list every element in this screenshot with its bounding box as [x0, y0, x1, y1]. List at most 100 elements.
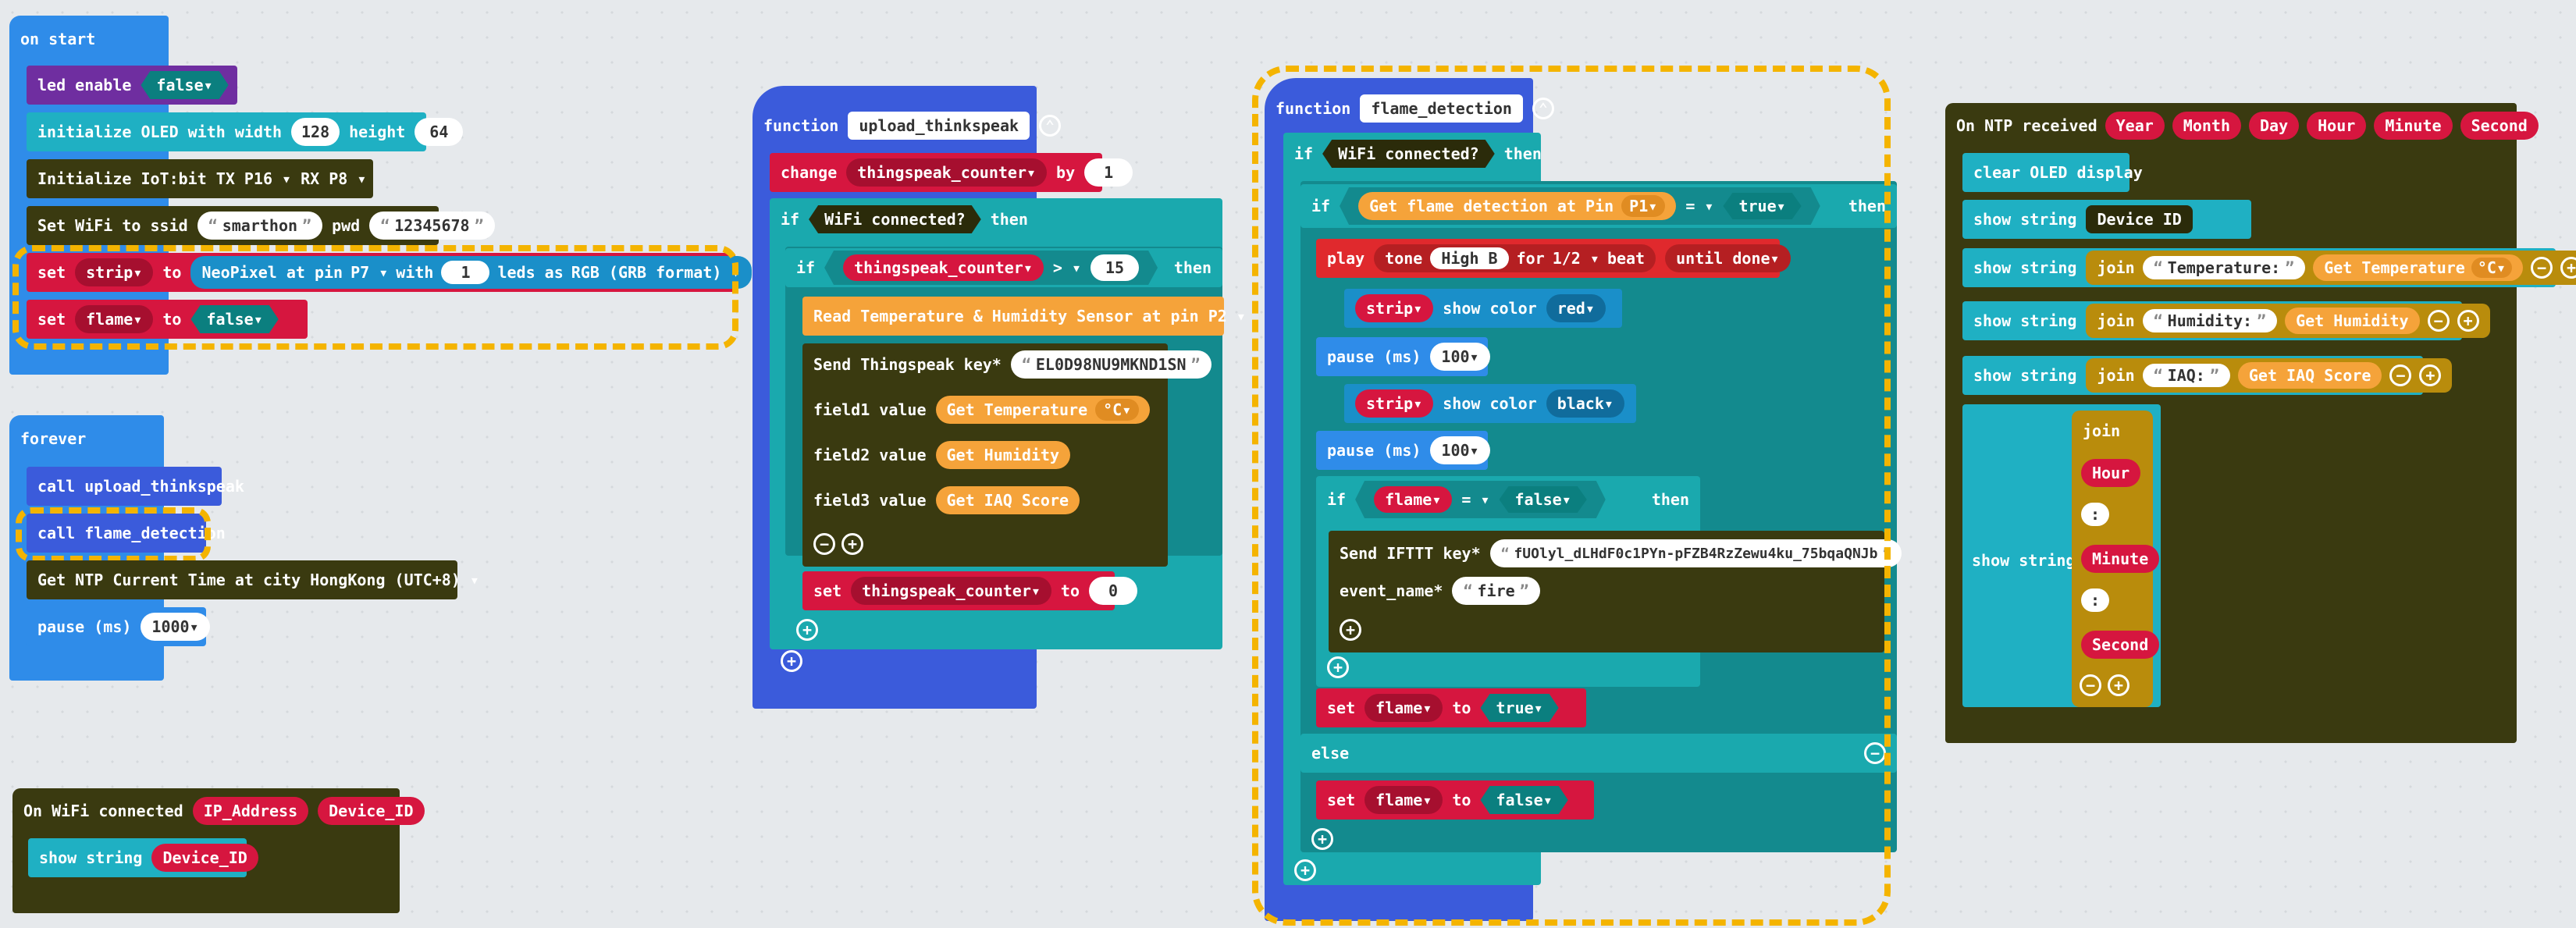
- city-dropdown[interactable]: HongKong (UTC+8): [310, 571, 479, 589]
- plus-icon[interactable]: +: [2457, 310, 2479, 332]
- pause-dropdown[interactable]: 1000: [141, 613, 210, 641]
- hour-var[interactable]: Hour: [2081, 459, 2141, 487]
- get-temperature-chip[interactable]: Get Temperature °C: [935, 396, 1151, 424]
- on-start-hat[interactable]: on start: [9, 20, 106, 58]
- param-hour[interactable]: Hour: [2307, 112, 2367, 140]
- param-device-id[interactable]: Device_ID: [318, 797, 425, 825]
- get-humidity-chip[interactable]: Get Humidity: [2285, 308, 2420, 334]
- colon-text-2[interactable]: :: [2081, 588, 2110, 612]
- param-ip-address[interactable]: IP_Address: [192, 797, 309, 825]
- oled-height-input[interactable]: 64: [415, 118, 464, 146]
- minute-var[interactable]: Minute: [2081, 545, 2160, 573]
- sensor-pin-dropdown[interactable]: P2: [1208, 307, 1246, 325]
- pwd-input[interactable]: 12345678: [369, 212, 495, 240]
- call-upload-row[interactable]: call upload_thinkspeak: [27, 467, 244, 506]
- change-counter-row[interactable]: change thingspeak_counter by 1: [770, 153, 1133, 192]
- set-value-input[interactable]: 0: [1089, 577, 1138, 605]
- show-device-row[interactable]: show string Device_ID: [28, 838, 258, 877]
- if-counter-row[interactable]: if thingspeak_counter > 15 then: [785, 248, 1222, 287]
- read-sensor-row[interactable]: Read Temperature & Humidity Sensor at pi…: [802, 297, 1227, 336]
- clear-oled-label: clear OLED display: [1973, 163, 2143, 182]
- minus-icon[interactable]: −: [2530, 257, 2553, 279]
- minus-icon[interactable]: −: [2427, 310, 2450, 332]
- device-id-text[interactable]: Device ID: [2086, 205, 2193, 233]
- show-humidity-row[interactable]: show string join Humidity: Get Humidity …: [1962, 301, 2490, 340]
- join-iaq-block[interactable]: join IAQ: Get IAQ Score − +: [2086, 358, 2453, 393]
- led-enable-row[interactable]: led enable false: [27, 66, 237, 105]
- plus-icon[interactable]: +: [841, 533, 863, 555]
- temp-text-input[interactable]: Temperature:: [2142, 256, 2306, 279]
- show-device-id-row[interactable]: show string Device ID: [1962, 200, 2251, 239]
- workspace-canvas[interactable]: on start led enable false initialize OLE…: [0, 0, 2576, 928]
- on-wifi-hat[interactable]: On WiFi connected IP_Address Device_ID: [12, 791, 436, 830]
- send-thingspeak-row[interactable]: Send Thingspeak key* EL0D98NU9MKND1SN: [802, 345, 1222, 384]
- clear-oled-row[interactable]: clear OLED display: [1962, 153, 2143, 192]
- thingspeak-key-input[interactable]: EL0D98NU9MKND1SN: [1010, 350, 1212, 379]
- minus-icon[interactable]: −: [2389, 364, 2412, 386]
- show-iaq-row[interactable]: show string join IAQ: Get IAQ Score − +: [1962, 356, 2453, 395]
- ntp-row[interactable]: Get NTP Current Time at city HongKong (U…: [27, 560, 461, 599]
- counter-var-dropdown[interactable]: thingspeak_counter: [851, 577, 1051, 605]
- param-year[interactable]: Year: [2105, 112, 2165, 140]
- on-ntp-hat[interactable]: On NTP received Year Month Day Hour Minu…: [1945, 106, 2549, 145]
- collapse-icon[interactable]: ⌃: [1039, 115, 1062, 137]
- rx-pin-dropdown[interactable]: P8: [329, 169, 366, 188]
- get-iaq-chip[interactable]: Get IAQ Score: [2237, 362, 2382, 389]
- function-name-input[interactable]: upload_thinkspeak: [848, 112, 1030, 140]
- pause-row[interactable]: pause (ms) 1000: [27, 607, 210, 646]
- by-value-input[interactable]: 1: [1084, 158, 1133, 187]
- unit-dropdown[interactable]: °C: [2471, 258, 2512, 278]
- field1-row[interactable]: field1 value Get Temperature °C: [802, 390, 1161, 429]
- unit-dropdown[interactable]: °C: [1095, 399, 1140, 421]
- colon-text-1[interactable]: :: [2081, 503, 2110, 526]
- forever-hat[interactable]: forever: [9, 420, 97, 457]
- oled-width-input[interactable]: 128: [291, 118, 340, 146]
- plus-icon[interactable]: +: [2108, 674, 2129, 696]
- oled-init-row[interactable]: initialize OLED with width 128 height 64: [27, 112, 464, 151]
- wifi-row[interactable]: Set WiFi to ssid smarthon pwd 12345678: [27, 206, 495, 245]
- get-temp-label: Get Temperature: [946, 400, 1088, 419]
- field3-row[interactable]: field3 value Get IAQ Score: [802, 481, 1091, 520]
- show-temp-row[interactable]: show string join Temperature: Get Temper…: [1962, 248, 2576, 287]
- iaq-text-input[interactable]: IAQ:: [2142, 364, 2230, 387]
- device-id-var[interactable]: Device_ID: [151, 844, 258, 872]
- plus-icon[interactable]: +: [2419, 364, 2442, 386]
- hat-label: forever: [20, 429, 87, 448]
- counter-var-dropdown[interactable]: thingspeak_counter: [843, 254, 1044, 281]
- humidity-text-input[interactable]: Humidity:: [2142, 309, 2278, 332]
- plus-icon[interactable]: +: [781, 650, 802, 672]
- param-minute[interactable]: Minute: [2374, 112, 2453, 140]
- field2-row[interactable]: field2 value Get Humidity: [802, 436, 1081, 475]
- led-enable-dropdown[interactable]: false: [141, 71, 228, 99]
- field1-label: field1 value: [813, 400, 927, 419]
- join-humidity-block[interactable]: join Humidity: Get Humidity − +: [2086, 304, 2490, 338]
- get-humidity-chip[interactable]: Get Humidity: [935, 441, 1070, 469]
- join-temp-block[interactable]: join Temperature: Get Temperature °C − +: [2086, 251, 2576, 285]
- ssid-input[interactable]: smarthon: [197, 212, 323, 240]
- wifi-connected-condition[interactable]: WiFi connected?: [809, 205, 981, 233]
- upload-fn-hat[interactable]: function upload_thinkspeak ⌃: [753, 106, 1072, 145]
- show-string-label: show string: [39, 848, 143, 867]
- second-var[interactable]: Second: [2081, 631, 2160, 659]
- operator-dropdown[interactable]: >: [1053, 258, 1081, 277]
- iot-init-row[interactable]: Initialize IoT:bit TX P16 RX P8: [27, 159, 373, 198]
- counter-var-dropdown[interactable]: thingspeak_counter: [846, 158, 1048, 187]
- if-wifi-row[interactable]: if WiFi connected? then: [770, 200, 1039, 239]
- compare-value-input[interactable]: 15: [1091, 254, 1139, 281]
- get-iaq-chip[interactable]: Get IAQ Score: [935, 486, 1080, 514]
- tx-pin-dropdown[interactable]: P16: [244, 169, 291, 188]
- plus-icon[interactable]: +: [796, 619, 818, 641]
- param-month[interactable]: Month: [2172, 112, 2242, 140]
- param-day[interactable]: Day: [2249, 112, 2300, 140]
- join-label: join: [2097, 311, 2135, 330]
- compare-block[interactable]: thingspeak_counter > 15: [824, 251, 1158, 285]
- get-temp-label: Get Temperature: [2324, 258, 2465, 277]
- plus-icon[interactable]: +: [2560, 257, 2576, 279]
- set-counter-row[interactable]: set thingspeak_counter to 0: [802, 571, 1138, 610]
- minus-icon[interactable]: −: [813, 533, 835, 555]
- hat-label: On WiFi connected: [23, 802, 183, 820]
- get-temperature-chip[interactable]: Get Temperature °C: [2313, 254, 2523, 281]
- show-string-label: show string: [1973, 366, 2077, 385]
- param-second[interactable]: Second: [2460, 112, 2539, 140]
- minus-icon[interactable]: −: [2080, 674, 2101, 696]
